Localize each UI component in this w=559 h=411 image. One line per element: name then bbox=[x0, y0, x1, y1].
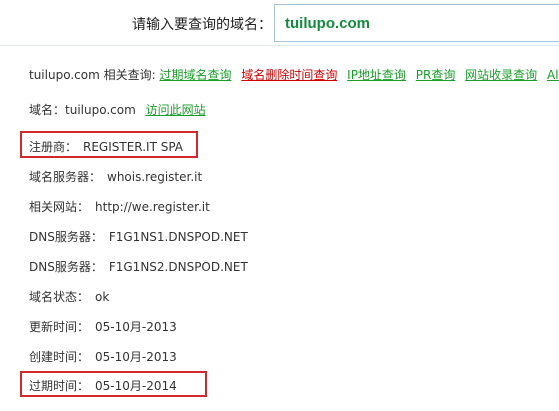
related-site-label: 相关网站： bbox=[29, 200, 90, 214]
ip-address-query-link[interactable]: IP地址查询 bbox=[347, 68, 406, 82]
domain-status-value: ok bbox=[95, 290, 110, 304]
alexa-query-link[interactable]: Alexa bbox=[547, 68, 559, 82]
info-row-status: 域名状态： ok bbox=[29, 288, 109, 305]
info-row-created: 创建时间： 05-10月-2013 bbox=[29, 348, 177, 365]
dns-server-2-value: F1G1NS2.DNSPOD.NET bbox=[108, 260, 248, 274]
domain-label: 域名： bbox=[29, 103, 66, 117]
created-time-value: 05-10月-2013 bbox=[95, 350, 177, 364]
search-label: 请输入要查询的域名： bbox=[132, 17, 272, 33]
info-row-dns-1: DNS服务器： F1G1NS1.DNSPOD.NET bbox=[29, 228, 248, 245]
dns-server-2-label: DNS服务器： bbox=[29, 260, 103, 274]
dns-server-1-value: F1G1NS1.DNSPOD.NET bbox=[108, 230, 248, 244]
updated-time-label: 更新时间： bbox=[29, 320, 90, 334]
whois-server-value: whois.register.it bbox=[107, 170, 203, 184]
registrar-value: REGISTER.IT SPA bbox=[83, 140, 184, 154]
domain-value: tuilupo.com bbox=[65, 103, 136, 117]
info-row-expiry: 过期时间： 05-10月-2014 bbox=[29, 377, 177, 394]
domain-status-label: 域名状态： bbox=[29, 290, 90, 304]
info-row-registrar: 注册商： REGISTER.IT SPA bbox=[29, 138, 183, 155]
updated-time-value: 05-10月-2013 bbox=[95, 320, 177, 334]
registrar-label: 注册商： bbox=[29, 140, 78, 154]
domain-deletion-time-link[interactable]: 域名删除时间查询 bbox=[241, 68, 337, 82]
dns-server-1-label: DNS服务器： bbox=[29, 230, 103, 244]
info-row-related-site: 相关网站： http://we.register.it bbox=[29, 198, 210, 215]
search-bar: 请输入要查询的域名： bbox=[0, 0, 559, 46]
expired-domain-query-link[interactable]: 过期域名查询 bbox=[159, 68, 231, 82]
pr-query-link[interactable]: PR查询 bbox=[416, 68, 456, 82]
visit-site-link[interactable]: 访问此网站 bbox=[146, 103, 206, 117]
site-index-query-link[interactable]: 网站收录查询 bbox=[465, 68, 537, 82]
related-queries-prefix: tuilupo.com 相关查询: bbox=[29, 68, 156, 82]
related-queries-row: tuilupo.com 相关查询: 过期域名查询 域名删除时间查询 IP地址查询… bbox=[29, 66, 559, 83]
created-time-label: 创建时间： bbox=[29, 350, 90, 364]
info-row-updated: 更新时间： 05-10月-2013 bbox=[29, 318, 177, 335]
domain-row: 域名：tuilupo.com 访问此网站 bbox=[29, 101, 206, 118]
domain-search-input[interactable] bbox=[274, 4, 559, 42]
info-row-whois-server: 域名服务器： whois.register.it bbox=[29, 168, 202, 185]
expiry-time-label: 过期时间： bbox=[29, 379, 90, 393]
whois-server-label: 域名服务器： bbox=[29, 170, 102, 184]
expiry-time-value: 05-10月-2014 bbox=[95, 379, 177, 393]
info-row-dns-2: DNS服务器： F1G1NS2.DNSPOD.NET bbox=[29, 258, 248, 275]
related-site-value: http://we.register.it bbox=[95, 200, 210, 214]
